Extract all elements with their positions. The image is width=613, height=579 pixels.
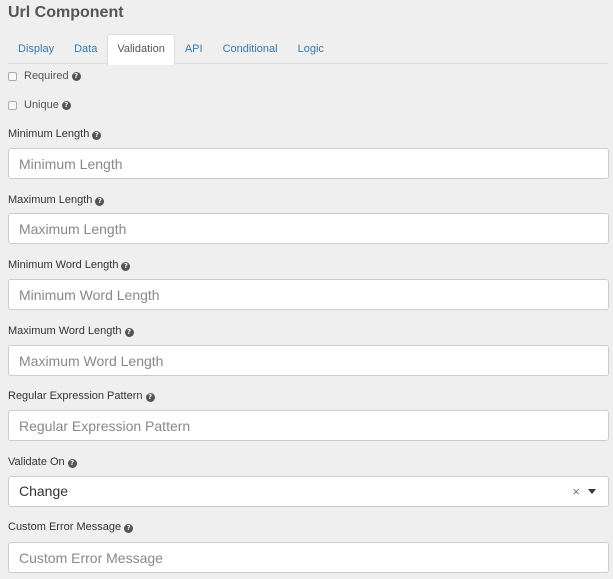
- max-word-length-label: Maximum Word Length?: [8, 325, 134, 337]
- validate-on-value: Change: [19, 483, 69, 499]
- dialog-title: Url Component: [8, 4, 124, 21]
- unique-label: Unique: [24, 99, 59, 111]
- custom-error-input[interactable]: [8, 542, 609, 573]
- chevron-down-icon[interactable]: [588, 489, 596, 494]
- help-icon[interactable]: ?: [61, 100, 71, 110]
- validate-on-label: Validate On?: [8, 456, 77, 468]
- min-word-length-input[interactable]: [8, 279, 609, 310]
- max-length-label-text: Maximum Length: [8, 194, 93, 206]
- tab-api[interactable]: API: [175, 34, 213, 64]
- help-icon[interactable]: ?: [95, 197, 105, 206]
- help-icon[interactable]: ?: [67, 459, 77, 468]
- custom-error-label-text: Custom Error Message: [8, 521, 122, 533]
- tab-display[interactable]: Display: [8, 34, 64, 64]
- max-length-input[interactable]: [8, 213, 609, 244]
- help-icon[interactable]: ?: [124, 328, 134, 337]
- unique-row: Unique ?: [8, 99, 71, 111]
- unique-checkbox[interactable]: [8, 100, 17, 110]
- tab-data[interactable]: Data: [64, 34, 107, 64]
- min-length-label-text: Minimum Length: [8, 128, 90, 140]
- max-length-label: Maximum Length?: [8, 194, 105, 206]
- min-word-length-label-text: Minimum Word Length: [8, 259, 119, 271]
- tab-logic[interactable]: Logic: [288, 34, 334, 64]
- max-word-length-input[interactable]: [8, 345, 609, 376]
- regex-label-text: Regular Expression Pattern: [8, 390, 143, 402]
- regex-input[interactable]: [8, 410, 609, 441]
- custom-error-label: Custom Error Message?: [8, 521, 134, 533]
- min-length-label: Minimum Length?: [8, 128, 102, 140]
- validate-on-label-text: Validate On: [8, 456, 65, 468]
- required-row: Required ?: [8, 70, 81, 82]
- tab-validation[interactable]: Validation: [107, 34, 175, 65]
- validate-on-select[interactable]: Change ×: [8, 476, 609, 507]
- help-icon[interactable]: ?: [121, 262, 131, 271]
- min-word-length-label: Minimum Word Length?: [8, 259, 131, 271]
- min-length-input[interactable]: [8, 148, 609, 179]
- help-icon[interactable]: ?: [92, 131, 102, 140]
- tab-conditional[interactable]: Conditional: [213, 34, 288, 64]
- regex-label: Regular Expression Pattern?: [8, 390, 155, 402]
- help-icon[interactable]: ?: [71, 71, 81, 81]
- tab-bar: Display Data Validation API Conditional …: [8, 34, 608, 65]
- help-icon[interactable]: ?: [145, 393, 155, 402]
- max-word-length-label-text: Maximum Word Length: [8, 325, 122, 337]
- clear-icon[interactable]: ×: [572, 477, 580, 506]
- help-icon[interactable]: ?: [124, 524, 134, 533]
- required-label: Required: [24, 70, 69, 82]
- required-checkbox[interactable]: [8, 71, 17, 81]
